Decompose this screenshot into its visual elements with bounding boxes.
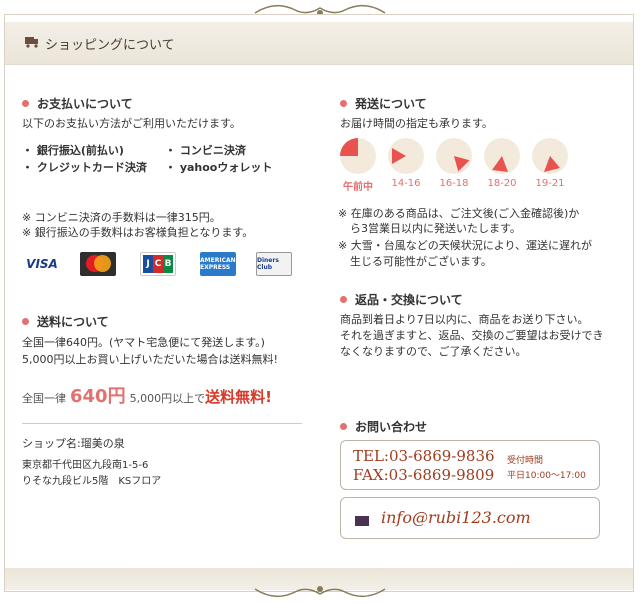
method-bank-transfer: ・ 銀行振込(前払い) bbox=[22, 144, 124, 157]
shop-address-2: りそな九段ビル5階 KSフロア bbox=[22, 476, 162, 487]
payment-heading: お支払いについて bbox=[22, 95, 133, 112]
phone-box: TEL:03-6869-9836 FAX:03-6869-9809 受付時間 平… bbox=[340, 440, 600, 490]
clock-19-21-icon bbox=[532, 138, 568, 174]
payment-note-2: ※ 銀行振込の手数料はお客様負担となります。 bbox=[22, 226, 254, 239]
bullet-dot-icon bbox=[22, 100, 29, 107]
page-title: ショッピングについて bbox=[45, 38, 175, 53]
returns-heading: 返品・交換について bbox=[340, 291, 463, 308]
payment-intro: 以下のお支払い方法がご利用いただけます。 bbox=[22, 117, 241, 130]
jcb-logo: JCB bbox=[140, 252, 176, 276]
tel-number[interactable]: TEL:03-6869-9836 bbox=[353, 447, 495, 465]
delivery-heading: 発送について bbox=[340, 95, 427, 112]
bullet-dot-icon bbox=[340, 296, 347, 303]
shipping-fee-heading: 送料について bbox=[22, 313, 109, 330]
method-yahoo-wallet: ・ yahooウォレット bbox=[165, 161, 273, 174]
slot-label-morning: 午前中 bbox=[343, 182, 373, 193]
delivery-note-2: ※ 大雪・台風などの天候状況により、運送に遅れが bbox=[338, 239, 593, 252]
slot-label-19-21: 19-21 bbox=[535, 178, 565, 189]
bullet-dot-icon bbox=[340, 423, 347, 430]
returns-line-2: それを過ぎますと、返品、交換のご要望はお受けでき bbox=[340, 329, 604, 342]
delivery-note-1b: ら3営業日以内に発送いたします。 bbox=[350, 222, 521, 235]
method-credit-card: ・ クレジットカード決済 bbox=[22, 161, 147, 174]
shop-name: ショップ名:瑠美の泉 bbox=[22, 437, 125, 450]
delivery-note-2b: 生じる可能性がございます。 bbox=[350, 255, 492, 268]
delivery-intro: お届け時間の指定も承ります。 bbox=[340, 117, 493, 130]
delivery-note-1: ※ 在庫のある商品は、ご注文後(ご入金確認後)か bbox=[338, 207, 580, 220]
fax-number: FAX:03-6869-9809 bbox=[353, 466, 495, 484]
mastercard-logo bbox=[80, 252, 116, 276]
payment-methods: ・ 銀行振込(前払い) ・ コンビニ決済 ・ クレジットカード決済 ・ yahooウ… bbox=[22, 142, 272, 176]
bottom-ornament bbox=[254, 586, 386, 598]
slot-label-18-20: 18-20 bbox=[487, 178, 517, 189]
clock-morning-icon bbox=[340, 138, 376, 174]
truck-icon bbox=[25, 37, 38, 48]
amex-logo: AMERICAN EXPRESS bbox=[200, 252, 236, 276]
diners-club-logo: Diners Club bbox=[256, 252, 292, 276]
business-hours: 平日10:00～17:00 bbox=[507, 471, 586, 481]
shop-address-1: 東京都千代田区九段南1-5-6 bbox=[22, 460, 149, 471]
slot-label-14-16: 14-16 bbox=[391, 178, 421, 189]
email-link[interactable]: info@rubi123.com bbox=[381, 508, 531, 527]
returns-line-3: なくなりますので、ご了承ください。 bbox=[340, 345, 527, 358]
contact-heading: お問い合わせ bbox=[340, 418, 427, 435]
divider bbox=[22, 423, 302, 424]
returns-line-1: 商品到着日より7日以内に、商品をお送り下さい。 bbox=[340, 313, 589, 326]
free-shipping-text: 送料無料! bbox=[205, 388, 272, 406]
clock-16-18-icon bbox=[436, 138, 472, 174]
method-convenience-store: ・ コンビニ決済 bbox=[165, 144, 246, 157]
flat-rate-price: 640円 bbox=[70, 386, 126, 407]
bullet-dot-icon bbox=[22, 318, 29, 325]
shipping-fee-banner: 全国一律 640円 5,000円以上で送料無料! bbox=[22, 386, 272, 407]
payment-note-1: ※ コンビニ決済の手数料は一律315円。 bbox=[22, 211, 221, 224]
slot-label-16-18: 16-18 bbox=[439, 178, 469, 189]
clock-14-16-icon bbox=[388, 138, 424, 174]
shipping-fee-line-2: 5,000円以上お買い上げいただいた場合は送料無料! bbox=[22, 353, 278, 366]
clock-18-20-icon bbox=[484, 138, 520, 174]
bullet-dot-icon bbox=[340, 100, 347, 107]
visa-logo: VISA bbox=[22, 252, 62, 276]
shipping-fee-line-1: 全国一律640円。(ヤマト宅急便にて発送します。) bbox=[22, 336, 265, 349]
delivery-time-slots: 午前中 14-16 16-18 18-20 19-21 bbox=[338, 136, 578, 196]
envelope-icon bbox=[355, 516, 369, 526]
email-box[interactable]: info@rubi123.com bbox=[340, 497, 600, 539]
section-header: ショッピングについて bbox=[5, 22, 633, 65]
hours-label: 受付時間 bbox=[507, 456, 544, 466]
